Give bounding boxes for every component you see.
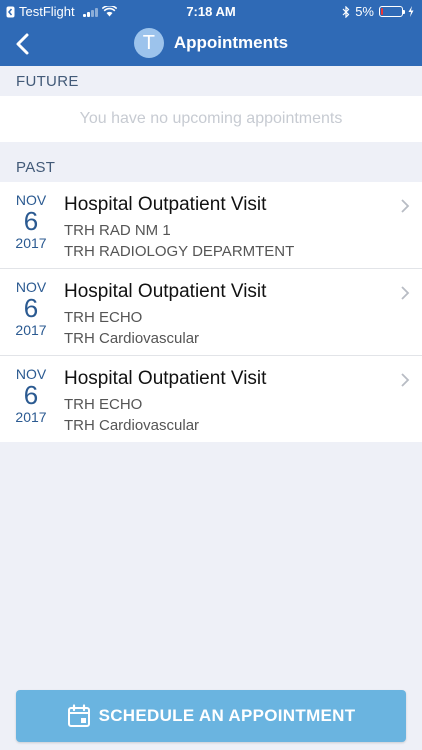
calendar-icon [67, 704, 90, 727]
app-header: TestFlight 7:18 AM 5% T Appointments [0, 0, 422, 66]
date-year: 2017 [15, 409, 47, 425]
appointment-location: TRH RAD NM 1 [64, 222, 171, 239]
bluetooth-icon [342, 5, 350, 18]
date-day: 6 [23, 293, 39, 323]
date-day: 6 [23, 206, 39, 236]
section-header-future: FUTURE [16, 72, 79, 90]
battery-icon [379, 6, 405, 17]
appointment-location: TRH ECHO [64, 309, 143, 326]
date-day: 6 [23, 380, 39, 410]
appointment-date: NOV 6 2017 [8, 192, 54, 252]
appointment-department: TRH Cardiovascular [64, 417, 200, 434]
chevron-right-icon [401, 373, 410, 387]
appointment-department: TRH RADIOLOGY DEPARMTENT [64, 243, 295, 260]
status-bar: TestFlight 7:18 AM 5% [0, 0, 422, 22]
schedule-appointment-button[interactable]: SCHEDULE AN APPOINTMENT [16, 690, 406, 742]
chevron-right-icon [401, 199, 410, 213]
date-year: 2017 [15, 322, 47, 338]
appointment-date: NOV 6 2017 [8, 366, 54, 426]
section-header-past: PAST [16, 158, 56, 176]
appointment-row[interactable]: NOV 6 2017 Hospital Outpatient Visit TRH… [0, 182, 422, 269]
avatar[interactable]: T [133, 28, 164, 58]
page-title: Appointments [173, 33, 289, 52]
status-right: 5% [342, 4, 414, 19]
past-appointments-list: NOV 6 2017 Hospital Outpatient Visit TRH… [0, 182, 422, 442]
schedule-button-label: SCHEDULE AN APPOINTMENT [98, 706, 356, 725]
nav-title-group: T Appointments [0, 28, 422, 58]
appointment-title: Hospital Outpatient Visit [64, 368, 267, 389]
chevron-right-icon [401, 286, 410, 300]
empty-future-message: You have no upcoming appointments [0, 96, 422, 142]
appointment-title: Hospital Outpatient Visit [64, 194, 267, 215]
appointment-location: TRH ECHO [64, 396, 143, 413]
nav-bar: T Appointments [0, 22, 422, 66]
charging-icon [408, 6, 414, 17]
date-year: 2017 [15, 235, 47, 251]
battery-percent: 5% [355, 4, 374, 19]
appointment-title: Hospital Outpatient Visit [64, 281, 267, 302]
appointment-department: TRH Cardiovascular [64, 330, 200, 347]
appointment-row[interactable]: NOV 6 2017 Hospital Outpatient Visit TRH… [0, 356, 422, 442]
appointment-date: NOV 6 2017 [8, 279, 54, 339]
appointment-row[interactable]: NOV 6 2017 Hospital Outpatient Visit TRH… [0, 269, 422, 356]
